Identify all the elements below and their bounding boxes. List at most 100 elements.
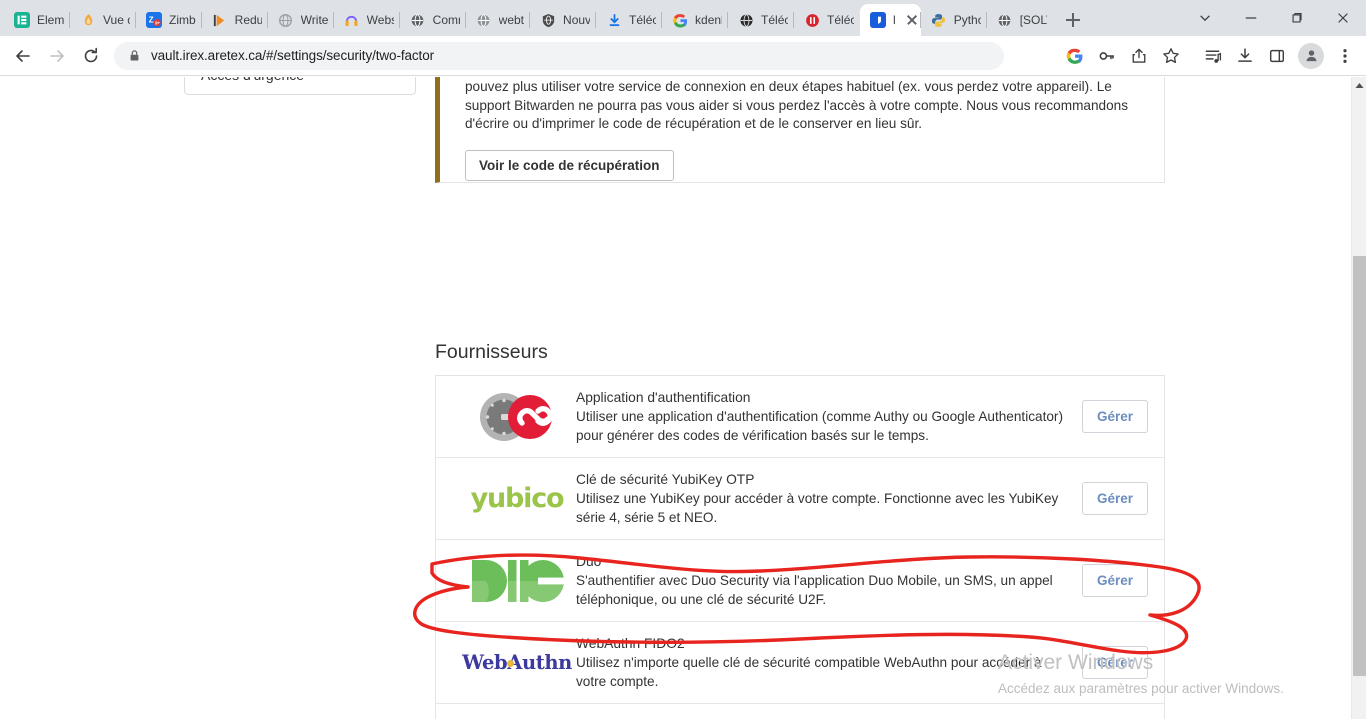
tab-search-chevron-icon[interactable] [1182,0,1228,36]
address-bar[interactable]: vault.irex.aretex.ca/#/settings/security… [114,41,1004,70]
browser-tab[interactable]: Webs [332,4,400,36]
url-text: vault.irex.aretex.ca/#/settings/security… [151,48,435,63]
password-key-icon[interactable] [1092,41,1122,71]
browser-tab[interactable]: Vue c [69,4,136,36]
browser-tab[interactable]: Write [266,4,334,36]
tab-label: Eleme [37,13,64,27]
windows-activation-watermark: Activer Windows Accédez aux paramètres p… [998,649,1338,699]
browser-window: Eleme Vue c Z9+ Zimb Redu Write [0,0,1366,719]
duo-logo-icon [458,558,576,604]
browser-tab[interactable]: Pytho [919,4,987,36]
play-icon [212,12,228,28]
browser-tab[interactable]: Nouv [529,4,596,36]
globe-icon [410,12,426,28]
lock-icon [128,49,141,62]
manage-button[interactable]: Gérer [1081,564,1148,597]
tab-label: kdenl [695,13,723,27]
provider-description: Utiliser une application d'authentificat… [576,409,1063,443]
close-tab-icon[interactable] [905,13,919,27]
provider-row: Application d'authentification Utiliser … [436,376,1164,458]
page-content: pouvez plus utiliser votre service de co… [435,77,1165,719]
window-controls [1182,0,1366,36]
back-button[interactable] [6,39,40,73]
tab-label: Téléc [827,13,855,27]
manage-button[interactable]: Gérer [1081,400,1148,433]
recovery-code-callout: pouvez plus utiliser votre service de co… [435,77,1165,183]
browser-toolbar: vault.irex.aretex.ca/#/settings/security… [0,36,1366,76]
tab-label: Téléc [761,13,789,27]
yubico-wordmark: yubico [470,483,565,514]
browser-tab[interactable]: webt [464,4,530,36]
browser-tab[interactable]: Comn [398,4,466,36]
forward-button[interactable] [40,39,74,73]
downloads-icon[interactable] [1230,41,1260,71]
toolbar-icons [1060,41,1360,71]
scrollbar-thumb[interactable] [1353,256,1366,676]
tab-label: Comn [432,13,460,27]
watermark-title: Activer Windows [998,651,1154,674]
reading-list-icon[interactable] [1198,41,1228,71]
provider-name: Clé de sécurité YubiKey OTP [576,472,755,487]
tab-label: Téléc [629,13,657,27]
google-icon [672,12,688,28]
provider-info: Clé de sécurité YubiKey OTP Utilisez une… [576,470,1082,527]
manage-button[interactable]: Gérer [1081,482,1148,515]
side-panel-icon[interactable] [1262,41,1292,71]
browser-tab[interactable]: Téléc [595,4,662,36]
provider-description: S'authentifier avec Duo Security via l'a… [576,573,1053,607]
provider-name: Duo [576,554,602,569]
browser-tab[interactable]: kdenl [661,4,728,36]
elementor-icon [14,12,30,28]
tab-label: Write [300,13,328,27]
tab-label: Nouv [563,13,591,27]
zimbra-icon: Z 9+ [146,12,162,28]
download-icon [606,12,622,28]
browser-tab-active[interactable]: l [860,4,921,36]
new-tab-button[interactable] [1059,6,1087,34]
webauthn-wordmark: WebAuthn [462,651,572,674]
yubico-logo-icon: yubico [458,483,576,514]
flame-icon [80,12,96,28]
google-lens-icon[interactable] [1060,41,1090,71]
page-scrollbar[interactable] [1351,77,1366,719]
minimize-button[interactable] [1228,0,1274,36]
sidebar-item-emergency-access[interactable]: Accès d'urgence [184,77,416,95]
watermark-subtitle: Accédez aux paramètres pour activer Wind… [998,681,1284,696]
profile-avatar-icon[interactable] [1298,42,1324,69]
tab-label: l [893,13,896,27]
tab-label: Webs [366,13,394,27]
browser-tab[interactable]: Redu [200,4,268,36]
provider-row: Duo S'authentifier avec Duo Security via… [436,540,1164,622]
browser-tab[interactable]: Téléc [727,4,794,36]
maximize-button[interactable] [1274,0,1320,36]
browser-tab[interactable]: Z 9+ Zimb [135,4,202,36]
webauthn-key-dot-icon [507,660,514,667]
provider-description: Utilisez une YubiKey pour accéder à votr… [576,491,1059,525]
close-window-button[interactable] [1320,0,1366,36]
bookmark-star-icon[interactable] [1156,41,1186,71]
chrome-menu-icon[interactable] [1330,41,1360,71]
scroll-up-arrow-icon[interactable] [1352,77,1366,93]
browser-tab[interactable]: Eleme [4,4,70,36]
page-viewport: Accès d'urgence pouvez plus utiliser vot… [0,77,1366,719]
tab-label: Zimb [169,13,196,27]
svg-text:9+: 9+ [155,21,160,26]
globe-icon [278,12,294,28]
tab-label: Redu [234,13,262,27]
view-recovery-code-button[interactable]: Voir le code de récupération [465,149,674,181]
provider-info: Duo S'authentifier avec Duo Security via… [576,552,1082,609]
webauthn-logo-icon: WebAuthn [458,651,576,674]
browser-tab[interactable]: Téléc [793,4,860,36]
python-icon [931,12,947,28]
browser-tab[interactable]: [SOLV [985,4,1053,36]
tab-label: Vue c [103,13,130,27]
provider-row-email: E-mail Les codes de vérification vous se… [436,704,1164,719]
share-icon[interactable] [1124,41,1154,71]
reload-button[interactable] [74,39,108,73]
callout-text: pouvez plus utiliser votre service de co… [465,79,1128,131]
globe-icon [476,12,492,28]
provider-info: Application d'authentification Utiliser … [576,388,1082,445]
globe-icon [997,12,1013,28]
provider-name: WebAuthn FIDO2 [576,636,685,651]
providers-heading: Fournisseurs [435,341,548,363]
